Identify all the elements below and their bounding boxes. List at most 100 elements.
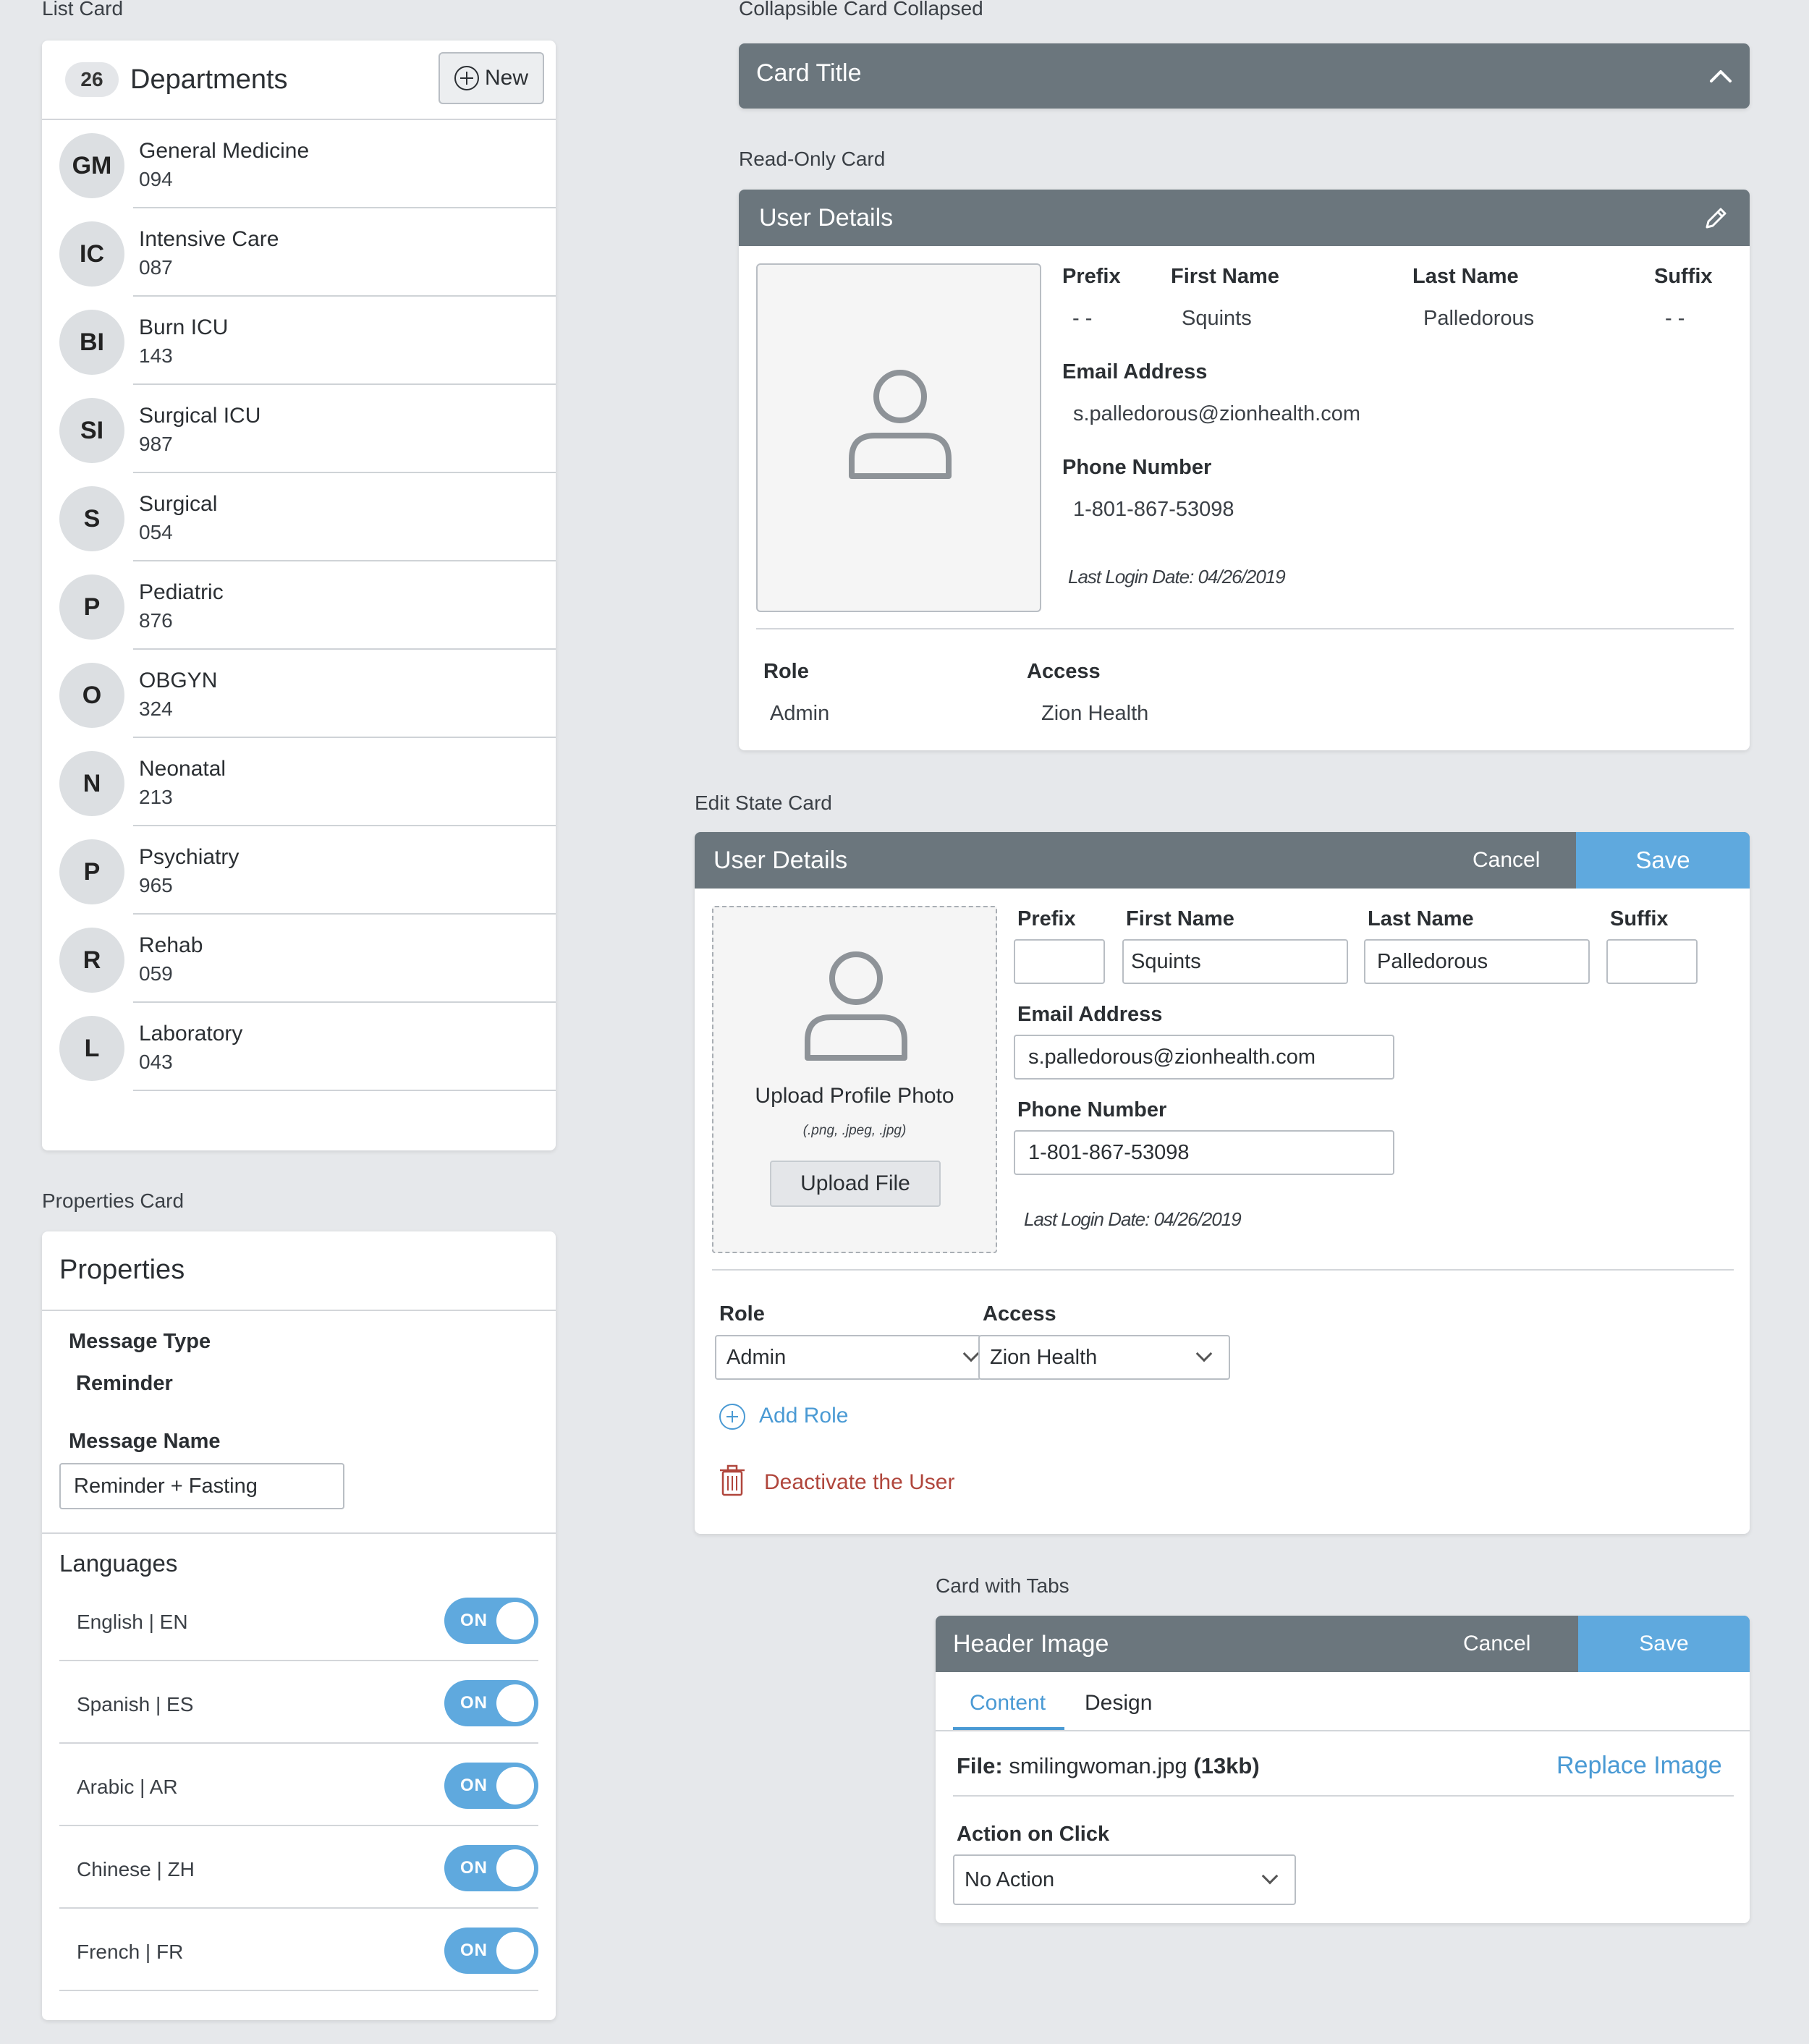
department-name: Rehab bbox=[139, 933, 203, 957]
toggle-knob bbox=[496, 1602, 534, 1640]
message-name-label: Message Name bbox=[69, 1430, 221, 1453]
person-icon bbox=[805, 951, 907, 1061]
upload-formats: (.png, .jpeg, .jpg) bbox=[802, 1123, 907, 1138]
file-divider bbox=[953, 1795, 1734, 1797]
edit-phone-label: Phone Number bbox=[1017, 1098, 1167, 1121]
language-toggle[interactable]: ON bbox=[444, 1598, 538, 1644]
languages-label: Languages bbox=[59, 1550, 178, 1577]
edit-card-title: User Details bbox=[713, 847, 848, 874]
collapsible-card[interactable]: Card Title bbox=[739, 43, 1750, 109]
properties-title: Properties bbox=[59, 1255, 185, 1285]
department-code: 213 bbox=[139, 786, 173, 808]
list-item[interactable]: N Neonatal 213 bbox=[42, 738, 556, 826]
message-name-input[interactable]: Reminder + Fasting bbox=[59, 1463, 344, 1509]
first-name-label: First Name bbox=[1171, 265, 1279, 288]
section-label-read-only-card: Read-Only Card bbox=[739, 148, 886, 170]
avatar: N bbox=[59, 751, 124, 816]
chevron-down-icon bbox=[1261, 1867, 1279, 1885]
role-label: Role bbox=[763, 660, 809, 683]
properties-card: Properties Message Type Reminder Message… bbox=[42, 1231, 556, 2020]
suffix-input[interactable] bbox=[1606, 939, 1698, 984]
read-only-card: User Details Prefix First Name Last Name… bbox=[739, 190, 1750, 750]
language-toggle[interactable]: ON bbox=[444, 1763, 538, 1809]
language-toggle[interactable]: ON bbox=[444, 1928, 538, 1974]
last-name-label: Last Name bbox=[1412, 265, 1519, 288]
properties-divider bbox=[42, 1532, 556, 1534]
list-item[interactable]: R Rehab 059 bbox=[42, 915, 556, 1003]
add-role-link[interactable]: Add Role bbox=[759, 1404, 848, 1428]
deactivate-user-link[interactable]: Deactivate the User bbox=[764, 1470, 954, 1495]
tabs-save-button[interactable]: Save bbox=[1578, 1616, 1750, 1672]
read-only-card-title: User Details bbox=[759, 204, 894, 232]
department-code: 143 bbox=[139, 344, 173, 367]
tab-design[interactable]: Design bbox=[1085, 1691, 1152, 1716]
department-name: Surgical ICU bbox=[139, 404, 261, 428]
new-button[interactable]: New bbox=[439, 52, 544, 104]
department-code: 094 bbox=[139, 168, 173, 190]
edit-suffix-label: Suffix bbox=[1610, 907, 1669, 930]
phone-value: 1-801-867-53098 bbox=[1073, 498, 1234, 521]
avatar: O bbox=[59, 663, 124, 728]
card-with-tabs: Header Image Cancel Save Content Design … bbox=[936, 1616, 1750, 1923]
upload-photo-dropzone[interactable]: Upload Profile Photo (.png, .jpeg, .jpg)… bbox=[712, 906, 997, 1253]
department-code: 324 bbox=[139, 697, 173, 720]
list-item[interactable]: BI Burn ICU 143 bbox=[42, 297, 556, 385]
tab-content[interactable]: Content bbox=[970, 1691, 1046, 1716]
pencil-icon[interactable] bbox=[1701, 204, 1730, 233]
email-input[interactable]: s.palledorous@zionhealth.com bbox=[1014, 1035, 1394, 1080]
department-code: 043 bbox=[139, 1051, 173, 1073]
upload-file-button[interactable]: Upload File bbox=[770, 1161, 941, 1207]
list-item[interactable]: L Laboratory 043 bbox=[42, 1003, 556, 1091]
edit-first-name-label: First Name bbox=[1126, 907, 1234, 930]
edit-last-name-label: Last Name bbox=[1368, 907, 1474, 930]
department-code: 087 bbox=[139, 256, 173, 279]
edit-save-button[interactable]: Save bbox=[1576, 832, 1750, 889]
department-name: OBGYN bbox=[139, 669, 218, 692]
chevron-up-icon[interactable] bbox=[1708, 65, 1733, 87]
language-divider bbox=[59, 1825, 538, 1826]
prefix-input[interactable] bbox=[1014, 939, 1105, 984]
replace-image-link[interactable]: Replace Image bbox=[1556, 1752, 1722, 1780]
edit-role-label: Role bbox=[719, 1302, 765, 1326]
edit-card-header: User Details Cancel Save bbox=[695, 832, 1750, 889]
action-on-click-select[interactable]: No Action bbox=[953, 1854, 1296, 1905]
list-item[interactable]: P Pediatric 876 bbox=[42, 561, 556, 650]
first-name-input[interactable]: Squints bbox=[1122, 939, 1348, 984]
toggle-state: ON bbox=[460, 1776, 488, 1795]
list-item[interactable]: GM General Medicine 094 bbox=[42, 120, 556, 208]
edit-cancel-button[interactable]: Cancel bbox=[1473, 848, 1540, 873]
list-item[interactable]: O OBGYN 324 bbox=[42, 650, 556, 738]
trash-icon[interactable] bbox=[719, 1464, 745, 1496]
department-code: 054 bbox=[139, 521, 173, 543]
suffix-label: Suffix bbox=[1654, 265, 1713, 288]
language-toggle[interactable]: ON bbox=[444, 1845, 538, 1891]
message-type-value: Reminder bbox=[76, 1372, 173, 1395]
message-type-label: Message Type bbox=[69, 1330, 211, 1353]
department-name: Intensive Care bbox=[139, 227, 279, 251]
file-info: File: smilingwoman.jpg (13kb) bbox=[957, 1753, 1260, 1779]
list-item[interactable]: SI Surgical ICU 987 bbox=[42, 385, 556, 473]
department-code: 059 bbox=[139, 962, 173, 985]
avatar: R bbox=[59, 928, 124, 993]
access-select[interactable]: Zion Health bbox=[978, 1335, 1230, 1380]
language-toggle[interactable]: ON bbox=[444, 1680, 538, 1726]
toggle-knob bbox=[496, 1932, 534, 1969]
avatar: IC bbox=[59, 221, 124, 287]
add-role-plus-icon[interactable] bbox=[719, 1404, 745, 1430]
new-button-label: New bbox=[484, 66, 528, 90]
list-item[interactable]: IC Intensive Care 087 bbox=[42, 208, 556, 297]
tabs-cancel-button[interactable]: Cancel bbox=[1463, 1632, 1530, 1656]
list-item[interactable]: P Psychiatry 965 bbox=[42, 826, 556, 915]
department-code: 965 bbox=[139, 874, 173, 896]
language-name: English | EN bbox=[77, 1611, 188, 1633]
action-select-value: No Action bbox=[965, 1867, 1055, 1891]
phone-label: Phone Number bbox=[1062, 456, 1212, 479]
tabs-card-header: Header Image Cancel Save bbox=[936, 1616, 1750, 1672]
person-icon bbox=[849, 370, 952, 479]
last-name-input[interactable]: Palledorous bbox=[1364, 939, 1590, 984]
role-value: Admin bbox=[770, 702, 830, 725]
phone-input[interactable]: 1-801-867-53098 bbox=[1014, 1130, 1394, 1175]
role-select[interactable]: Admin bbox=[715, 1335, 981, 1380]
list-item[interactable]: S Surgical 054 bbox=[42, 473, 556, 561]
avatar: P bbox=[59, 839, 124, 904]
